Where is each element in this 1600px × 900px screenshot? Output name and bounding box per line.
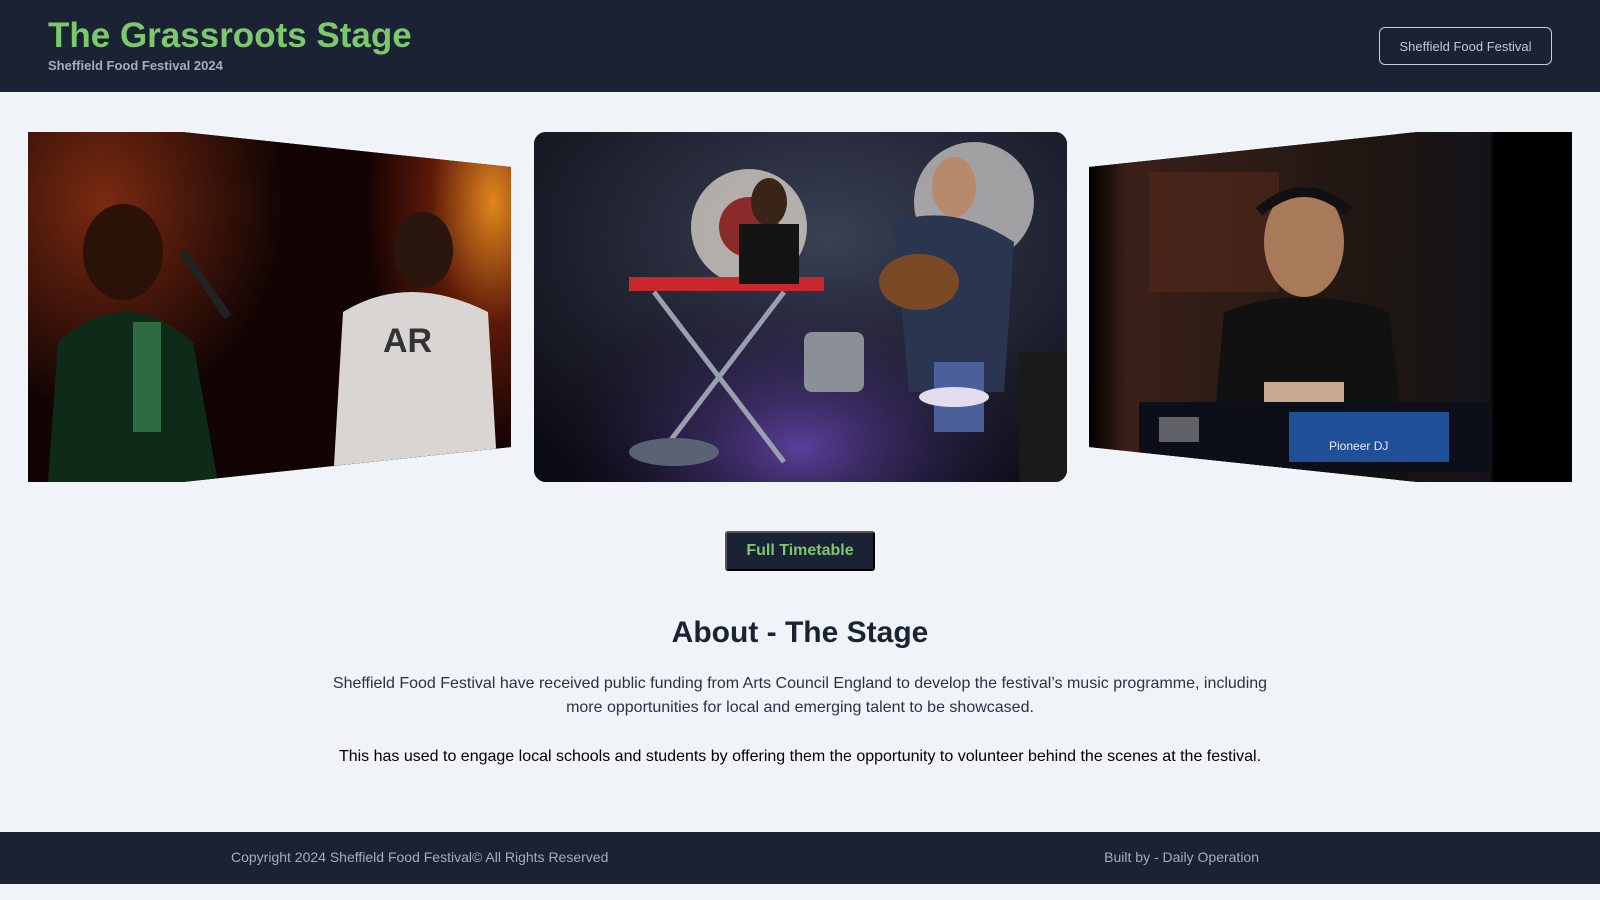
about-heading: About - The Stage: [671, 616, 929, 649]
site-title[interactable]: The Grassroots Stage: [48, 16, 412, 56]
svg-text:Pioneer DJ: Pioneer DJ: [1329, 439, 1388, 453]
carousel-slide-left[interactable]: AR: [28, 132, 511, 482]
carousel-slide-center[interactable]: [534, 132, 1067, 482]
singers-photo: AR: [28, 132, 511, 482]
built-by-link[interactable]: Built by - Daily Operation: [1104, 849, 1259, 865]
site-header: The Grassroots Stage Sheffield Food Fest…: [0, 0, 1600, 92]
site-subtitle: Sheffield Food Festival 2024: [48, 58, 223, 73]
full-timetable-button[interactable]: Full Timetable: [725, 531, 875, 571]
photo-carousel[interactable]: AR Pioneer DJ: [0, 132, 1600, 482]
site-footer: Copyright 2024 Sheffield Food Festival© …: [0, 832, 1600, 884]
svg-text:AR: AR: [383, 322, 432, 360]
copyright-text: Copyright 2024 Sheffield Food Festival© …: [231, 849, 609, 865]
festival-link-button[interactable]: Sheffield Food Festival: [1379, 27, 1552, 65]
about-paragraph-funding: Sheffield Food Festival have received pu…: [332, 675, 1268, 716]
dj-photo: Pioneer DJ: [1089, 132, 1572, 482]
about-paragraph-schools: This has used to engage local schools an…: [338, 748, 1262, 765]
band-photo: [534, 132, 1067, 482]
carousel-slide-right[interactable]: Pioneer DJ: [1089, 132, 1572, 482]
